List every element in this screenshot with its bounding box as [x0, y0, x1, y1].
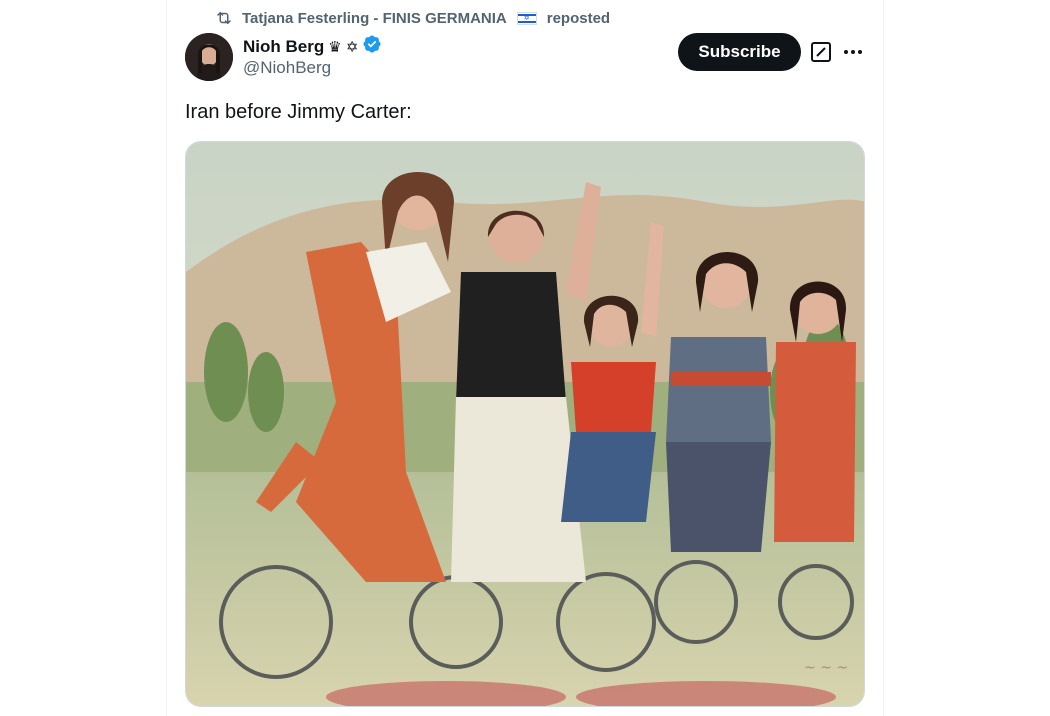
repost-user-name[interactable]: Tatjana Festerling - FINIS GERMANIA — [242, 10, 507, 27]
avatar[interactable] — [185, 33, 233, 81]
repost-suffix: reposted — [546, 9, 611, 27]
repost-banner[interactable]: Tatjana Festerling - FINIS GERMANIA ✡ re… — [214, 8, 610, 28]
svg-text:~ ~ ~: ~ ~ ~ — [804, 660, 848, 676]
more-icon[interactable] — [842, 41, 864, 63]
israel-flag-icon: ✡ — [516, 11, 537, 25]
author-handle[interactable]: @NiohBerg — [243, 58, 331, 78]
repost-icon — [214, 9, 234, 27]
author-name-row[interactable]: Nioh Berg ♛ ✡ — [243, 34, 382, 59]
tweet-text: Iran before Jimmy Carter: — [185, 101, 412, 123]
subscribe-button[interactable]: Subscribe — [678, 33, 801, 71]
grok-icon[interactable] — [810, 41, 832, 63]
photo-women-bicycles[interactable]: ~ ~ ~ — [185, 141, 865, 707]
author-name[interactable]: Nioh Berg — [243, 37, 324, 57]
verified-badge-icon — [362, 34, 382, 59]
author-name-emojis: ♛ ✡ — [328, 38, 359, 56]
